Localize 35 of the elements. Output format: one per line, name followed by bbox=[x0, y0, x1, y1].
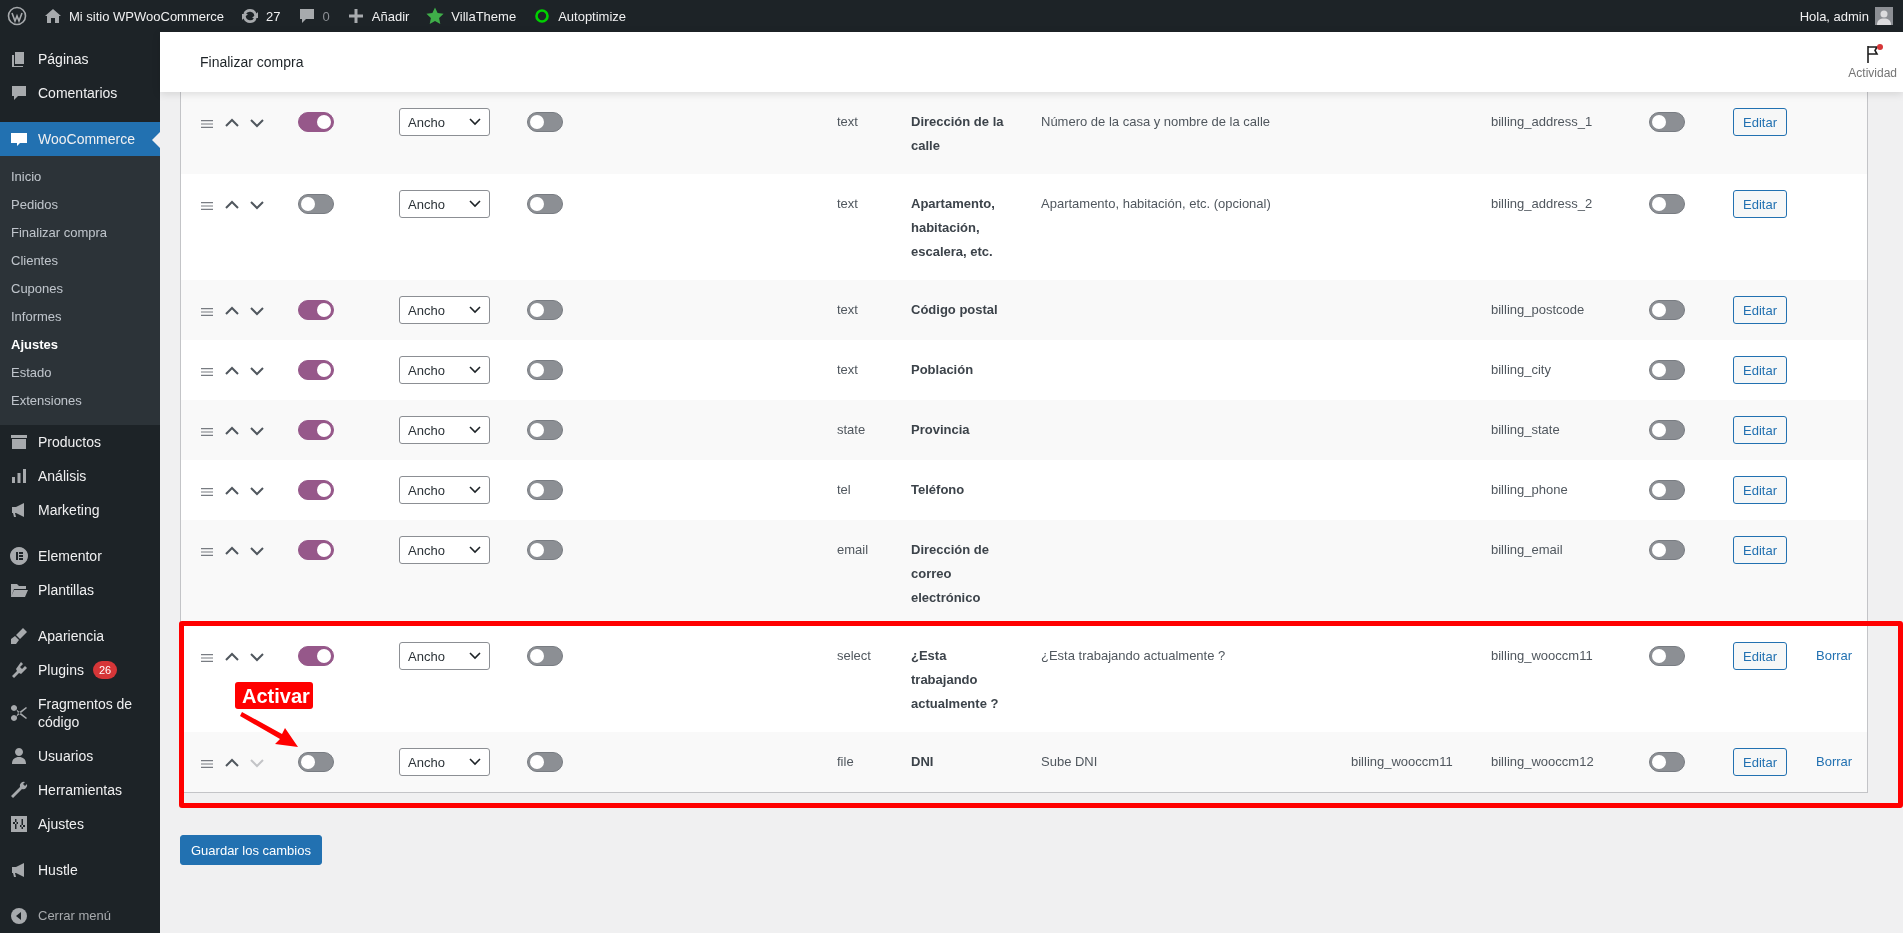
placeholder-text: Apartamento, habitación, etc. (opcional) bbox=[1041, 195, 1272, 213]
type-text: select bbox=[837, 647, 872, 665]
field-name: billing_state bbox=[1491, 421, 1561, 439]
type-text: text bbox=[837, 113, 859, 131]
field-label: Código postal bbox=[911, 301, 999, 319]
type-text: tel bbox=[837, 481, 852, 499]
field-label: Provincia bbox=[911, 421, 971, 439]
field-name: billing_postcode bbox=[1491, 301, 1586, 319]
placeholder-text: ¿Esta trabajando actualmente ? bbox=[1041, 647, 1227, 665]
type-text: text bbox=[837, 301, 859, 319]
field-name: billing_city bbox=[1491, 361, 1552, 379]
field-label: Dirección de correo electrónico bbox=[911, 541, 991, 607]
field-label: Dirección de la calle bbox=[911, 113, 1005, 155]
type-text: state bbox=[837, 421, 867, 439]
placeholder-text: Número de la casa y nombre de la calle bbox=[1041, 113, 1272, 131]
field-name: billing_wooccm11 bbox=[1491, 647, 1594, 665]
page-title: Finalizar compra bbox=[200, 54, 304, 70]
condition-text: billing_wooccm11 bbox=[1351, 753, 1454, 771]
type-text: file bbox=[837, 753, 855, 771]
placeholder-text: Sube DNI bbox=[1041, 753, 1099, 771]
field-name: billing_phone bbox=[1491, 481, 1569, 499]
field-label: ¿Esta trabajando actualmente ? bbox=[911, 647, 1000, 713]
type-text: text bbox=[837, 361, 859, 379]
field-name: billing_wooccm12 bbox=[1491, 753, 1595, 771]
field-label: DNI bbox=[911, 753, 935, 771]
count-badge: 26 bbox=[92, 661, 118, 679]
field-label: Teléfono bbox=[911, 481, 966, 499]
callout-tooltip: Activar bbox=[235, 682, 315, 750]
field-name: billing_address_1 bbox=[1491, 113, 1594, 131]
field-name: billing_address_2 bbox=[1491, 195, 1594, 213]
type-text: text bbox=[837, 195, 859, 213]
field-label: Población bbox=[911, 361, 975, 379]
field-name: billing_email bbox=[1491, 541, 1564, 559]
field-label: Apartamento, habitación, escalera, etc. bbox=[911, 195, 996, 261]
type-text: email bbox=[837, 541, 870, 559]
